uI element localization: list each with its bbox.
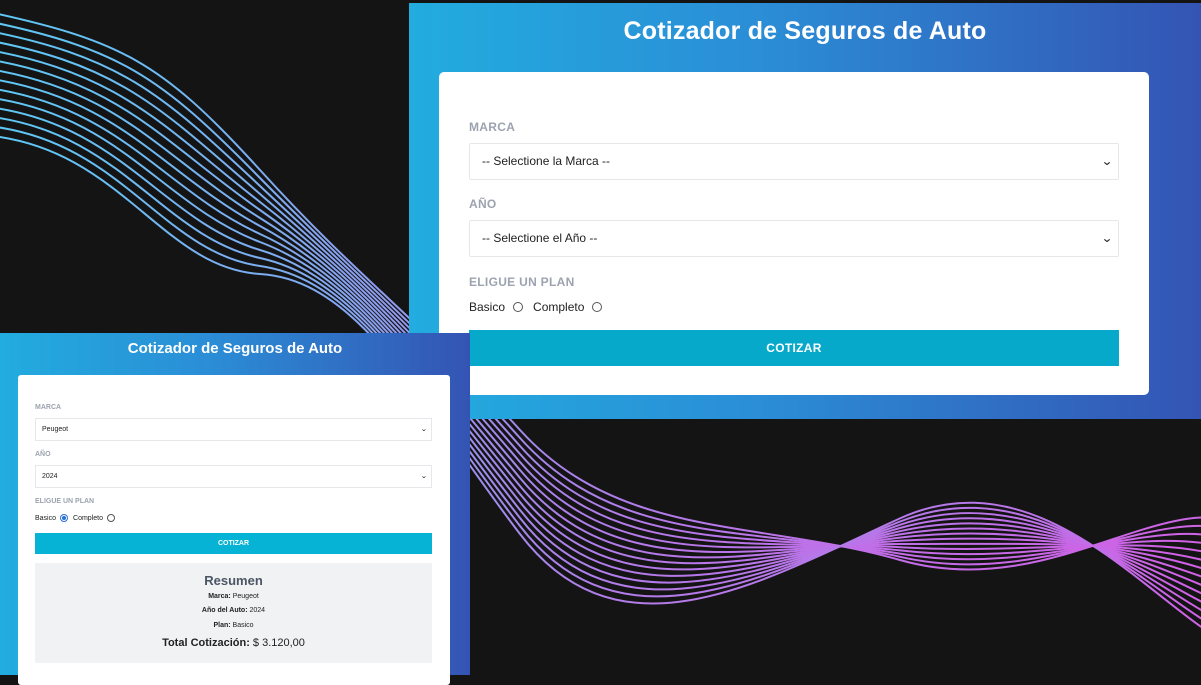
marca-label: MARCA <box>35 404 62 411</box>
plan-basico-radio[interactable] <box>60 514 69 522</box>
summary-total-value: $ 3.120,00 <box>252 637 305 649</box>
summary-anio-value: 2024 <box>249 607 266 614</box>
anio-select[interactable]: -- Selectione el Año -- ⌄ <box>469 220 1119 257</box>
chevron-down-icon: ⌄ <box>420 426 428 433</box>
anio-select[interactable]: 2024 ⌄ <box>35 465 432 488</box>
plan-label: ELIGUE UN PLAN <box>469 275 575 289</box>
summary-total-key: Total Cotización: <box>162 637 250 649</box>
plan-basico-radio[interactable] <box>513 302 524 312</box>
chevron-down-icon: ⌄ <box>1100 231 1114 245</box>
plan-completo-label: Completo <box>73 514 103 522</box>
summary-plan: Plan: Basico <box>35 622 432 629</box>
summary-plan-value: Basico <box>232 622 254 629</box>
plan-completo-radio[interactable] <box>106 514 115 522</box>
summary-marca-value: Peugeot <box>232 593 259 600</box>
summary-marca: Marca: Peugeot <box>35 593 432 600</box>
chevron-down-icon: ⌄ <box>1100 154 1114 168</box>
anio-select-value: -- Selectione el Año -- <box>482 231 598 245</box>
large-form-panel: Cotizador de Seguros de Auto MARCA -- Se… <box>409 3 1201 419</box>
anio-label: AÑO <box>469 197 497 211</box>
summary-total: Total Cotización: $ 3.120,00 <box>35 637 432 649</box>
page-title: Cotizador de Seguros de Auto <box>623 17 987 45</box>
summary-anio: Año del Auto: 2024 <box>35 607 432 614</box>
form-card: MARCA -- Selectione la Marca -- ⌄ AÑO --… <box>439 72 1149 395</box>
marca-select[interactable]: Peugeot ⌄ <box>35 418 432 441</box>
summary-anio-key: Año del Auto: <box>201 607 248 614</box>
anio-label: AÑO <box>35 451 51 458</box>
plan-label: ELIGUE UN PLAN <box>35 498 95 505</box>
marca-label: MARCA <box>469 120 516 134</box>
summary-marca-key: Marca: <box>208 593 231 600</box>
summary-plan-key: Plan: <box>213 622 231 629</box>
page-title: Cotizador de Seguros de Auto <box>127 340 343 357</box>
plan-radio-group: Basico Completo <box>35 514 115 522</box>
marca-select-value: -- Selectione la Marca -- <box>482 154 611 168</box>
plan-radio-group: Basico Completo <box>469 300 603 314</box>
cotizar-button[interactable]: COTIZAR <box>35 533 432 554</box>
anio-select-value: 2024 <box>42 473 58 480</box>
chevron-down-icon: ⌄ <box>420 473 428 480</box>
small-form-panel: Cotizador de Seguros de Auto MARCA Peuge… <box>0 333 470 685</box>
plan-basico-label: Basico <box>469 300 506 314</box>
marca-select-value: Peugeot <box>42 426 69 433</box>
summary-box: Resumen Marca: Peugeot Año del Auto: 202… <box>35 563 432 663</box>
cotizar-button[interactable]: COTIZAR <box>469 330 1119 366</box>
plan-completo-label: Completo <box>533 300 585 314</box>
form-card: MARCA Peugeot ⌄ AÑO 2024 ⌄ ELIGUE UN PLA… <box>18 375 450 685</box>
plan-basico-label: Basico <box>35 514 57 522</box>
marca-select[interactable]: -- Selectione la Marca -- ⌄ <box>469 143 1119 180</box>
summary-title: Resumen <box>204 573 263 588</box>
plan-completo-radio[interactable] <box>592 302 603 312</box>
